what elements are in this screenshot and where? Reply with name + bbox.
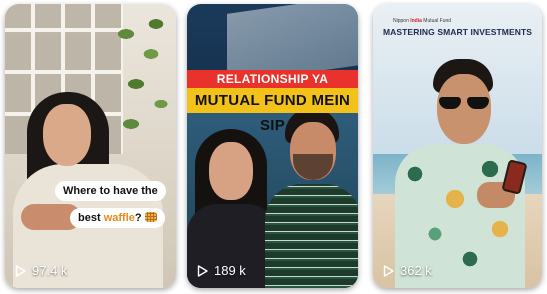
view-count: 362 k [383,263,432,278]
view-count-text: 189 k [214,263,246,278]
play-icon [383,264,394,277]
reel-title-line2: MUTUAL FUND MEIN SIP [187,88,358,134]
caption-line2-prefix: best [78,212,104,224]
play-icon [197,264,208,277]
reel-card-waffle[interactable]: Where to have the best waffle? 97.4 k [5,4,176,288]
caption-bubble-line2: best waffle? [70,208,165,228]
reel-thumbnail-sip [187,4,358,288]
reel-title-line1: RELATIONSHIP YA [187,70,358,88]
brand-logo: Nippon India Mutual Fund [393,18,452,24]
play-icon [15,264,26,277]
caption-bubble-line1: Where to have the [55,181,166,201]
reel-card-investments[interactable]: Nippon India Mutual Fund MASTERING SMART… [373,4,542,288]
reel-thumbnail-waffle [5,4,176,288]
caption-line2-suffix: ? [134,212,142,224]
reel-thumbnail-investments [373,4,542,288]
waffle-icon [144,212,157,222]
view-count: 189 k [197,263,246,278]
view-count-text: 97.4 k [32,263,68,278]
reel-title: MASTERING SMART INVESTMENTS [382,27,533,37]
view-count: 97.4 k [15,263,67,278]
caption-line1: Where to have the [63,185,158,197]
view-count-text: 362 k [400,263,432,278]
reel-card-sip[interactable]: RELATIONSHIP YA MUTUAL FUND MEIN SIP 189… [187,4,358,288]
caption-highlight: waffle [103,212,135,224]
